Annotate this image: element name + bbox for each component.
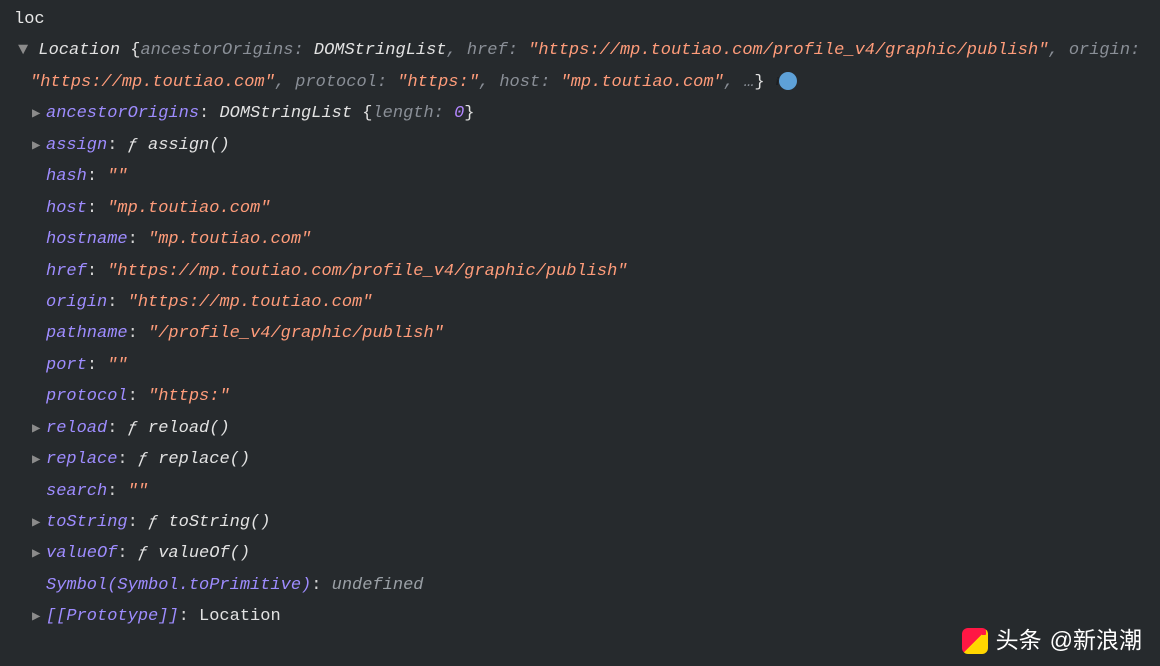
watermark-handle: @新浪潮 (1050, 619, 1142, 662)
console-input-text: loc (14, 10, 45, 29)
info-icon[interactable]: i (779, 72, 797, 90)
summary-value: "https://mp.toutiao.com" (30, 73, 275, 92)
object-type: Location (38, 41, 120, 60)
property-row: Symbol(Symbol.toPrimitive): undefined (46, 570, 1160, 601)
property-row: search: "" (46, 476, 1160, 507)
property-row: protocol: "https:" (46, 381, 1160, 412)
property-row[interactable]: ▶valueOf: ƒ valueOf() (46, 538, 1160, 569)
property-row[interactable]: ▶replace: ƒ replace() (46, 444, 1160, 475)
property-key: valueOf (46, 544, 117, 563)
summary-key: href: (467, 41, 528, 60)
property-key: origin (46, 293, 107, 312)
property-row[interactable]: ▶assign: ƒ assign() (46, 130, 1160, 161)
property-key: replace (46, 450, 117, 469)
property-key: port (46, 356, 87, 375)
property-list: ▶ancestorOrigins: DOMStringList {length:… (0, 98, 1160, 632)
summary-value: "https://mp.toutiao.com/profile_v4/graph… (528, 41, 1048, 60)
chevron-right-icon: ▶ (32, 134, 46, 160)
summary-value: "https:" (397, 73, 479, 92)
property-row: hash: "" (46, 161, 1160, 192)
function-icon: ƒ (128, 419, 148, 438)
property-row[interactable]: ▶ancestorOrigins: DOMStringList {length:… (46, 98, 1160, 129)
chevron-right-icon: ▶ (32, 542, 46, 568)
property-row[interactable]: ▶reload: ƒ reload() (46, 413, 1160, 444)
object-summary[interactable]: ▼ Location {ancestorOrigins: DOMStringLi… (0, 35, 1160, 98)
ellipsis: … (744, 73, 754, 92)
property-key: search (46, 482, 107, 501)
property-key: pathname (46, 324, 128, 343)
property-key: reload (46, 419, 107, 438)
property-value: Location (199, 607, 281, 626)
chevron-down-icon: ▼ (18, 41, 28, 60)
function-icon: ƒ (138, 544, 158, 563)
function-icon: ƒ (148, 513, 168, 532)
property-value: assign() (148, 136, 230, 155)
summary-key: ancestorOrigins: (140, 41, 313, 60)
property-row: pathname: "/profile_v4/graphic/publish" (46, 318, 1160, 349)
property-key: Symbol(Symbol.toPrimitive) (46, 576, 311, 595)
brace-close: } (754, 73, 764, 92)
property-key: toString (46, 513, 128, 532)
property-key: ancestorOrigins (46, 104, 199, 123)
property-key: href (46, 262, 87, 281)
summary-value: "mp.toutiao.com" (561, 73, 724, 92)
property-value: "/profile_v4/graphic/publish" (148, 324, 444, 343)
property-row[interactable]: ▶toString: ƒ toString() (46, 507, 1160, 538)
property-key: assign (46, 136, 107, 155)
chevron-right-icon: ▶ (32, 448, 46, 474)
property-value: DOMStringList (219, 104, 362, 123)
watermark: 头条 @新浪潮 (962, 619, 1142, 662)
property-value: reload() (148, 419, 230, 438)
property-row: href: "https://mp.toutiao.com/profile_v4… (46, 256, 1160, 287)
property-value: "https://mp.toutiao.com" (128, 293, 373, 312)
property-value: "https:" (148, 387, 230, 406)
summary-key: origin: (1069, 41, 1140, 60)
property-row: origin: "https://mp.toutiao.com" (46, 287, 1160, 318)
property-value: "" (107, 167, 127, 186)
property-key: hostname (46, 230, 128, 249)
chevron-right-icon: ▶ (32, 102, 46, 128)
function-icon: ƒ (138, 450, 158, 469)
property-key: [[Prototype]] (46, 607, 179, 626)
property-value: "" (107, 356, 127, 375)
function-icon: ƒ (128, 136, 148, 155)
summary-key: protocol: (295, 73, 397, 92)
property-key: hash (46, 167, 87, 186)
watermark-label: 头条 (996, 619, 1042, 662)
property-value: "" (128, 482, 148, 501)
console-input[interactable]: loc (0, 4, 1160, 35)
property-row: host: "mp.toutiao.com" (46, 193, 1160, 224)
property-key: host (46, 199, 87, 218)
brace-open: { (130, 41, 140, 60)
property-value: replace() (158, 450, 250, 469)
property-value: undefined (332, 576, 424, 595)
property-value: "https://mp.toutiao.com/profile_v4/graph… (107, 262, 627, 281)
property-value: "mp.toutiao.com" (148, 230, 311, 249)
property-key: protocol (46, 387, 128, 406)
summary-value: DOMStringList (314, 41, 447, 60)
property-row: hostname: "mp.toutiao.com" (46, 224, 1160, 255)
property-row: port: "" (46, 350, 1160, 381)
property-value: valueOf() (158, 544, 250, 563)
chevron-right-icon: ▶ (32, 511, 46, 537)
property-value: toString() (168, 513, 270, 532)
property-value: "mp.toutiao.com" (107, 199, 270, 218)
chevron-right-icon: ▶ (32, 605, 46, 631)
summary-key: host: (499, 73, 560, 92)
toutiao-logo-icon (962, 628, 988, 654)
chevron-right-icon: ▶ (32, 417, 46, 443)
